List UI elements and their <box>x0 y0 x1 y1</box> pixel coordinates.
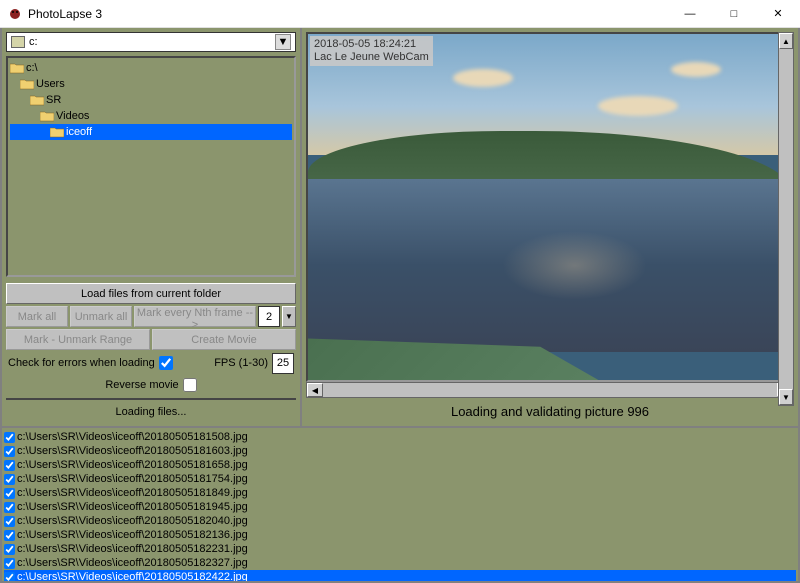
file-row[interactable]: c:\Users\SR\Videos\iceoff\20180505181754… <box>4 472 796 486</box>
left-panel: c: ▼ c:\ Users SR Videos iceoff Load files f… <box>2 28 302 426</box>
file-path: c:\Users\SR\Videos\iceoff\20180505182327… <box>17 557 248 569</box>
file-path: c:\Users\SR\Videos\iceoff\20180505182136… <box>17 529 248 541</box>
reverse-movie-checkbox[interactable] <box>183 378 197 392</box>
file-checkbox[interactable] <box>4 516 15 527</box>
mark-nth-button[interactable]: Mark every Nth frame --> <box>134 306 256 327</box>
file-checkbox[interactable] <box>4 530 15 541</box>
preview-timestamp: 2018-05-05 18:24:21 <box>314 38 429 51</box>
scroll-up-icon[interactable]: ▲ <box>779 33 793 49</box>
reverse-movie-label: Reverse movie <box>105 379 178 391</box>
folder-label: iceoff <box>66 126 92 138</box>
folder-item[interactable]: c:\ <box>10 60 292 76</box>
file-list[interactable]: c:\Users\SR\Videos\iceoff\20180505181508… <box>0 428 800 583</box>
image-preview: 2018-05-05 18:24:21 Lac Le Jeune WebCam <box>306 32 794 382</box>
file-row[interactable]: c:\Users\SR\Videos\iceoff\20180505181508… <box>4 430 796 444</box>
window-title: PhotoLapse 3 <box>28 7 668 21</box>
file-checkbox[interactable] <box>4 446 15 457</box>
file-checkbox[interactable] <box>4 488 15 499</box>
mark-all-button[interactable]: Mark all <box>6 306 68 327</box>
file-row[interactable]: c:\Users\SR\Videos\iceoff\20180505182040… <box>4 514 796 528</box>
nth-value-input[interactable] <box>258 306 280 327</box>
file-checkbox[interactable] <box>4 502 15 513</box>
check-errors-label: Check for errors when loading <box>8 357 155 369</box>
drive-icon <box>11 36 25 48</box>
left-status: Loading files... <box>6 398 296 424</box>
preview-hscroll[interactable]: ◀ ▶ <box>306 382 794 398</box>
scroll-left-icon[interactable]: ◀ <box>307 383 323 397</box>
file-row[interactable]: c:\Users\SR\Videos\iceoff\20180505182136… <box>4 528 796 542</box>
file-checkbox[interactable] <box>4 572 15 583</box>
file-path: c:\Users\SR\Videos\iceoff\20180505181658… <box>17 459 248 471</box>
folder-label: SR <box>46 94 61 106</box>
folder-item[interactable]: Users <box>10 76 292 92</box>
file-checkbox[interactable] <box>4 432 15 443</box>
preview-caption: Lac Le Jeune WebCam <box>314 51 429 64</box>
folder-icon <box>30 94 44 106</box>
check-errors-checkbox[interactable] <box>159 356 173 370</box>
folder-label: Videos <box>56 110 89 122</box>
right-status: Loading and validating picture 996 <box>306 400 794 422</box>
file-path: c:\Users\SR\Videos\iceoff\20180505181945… <box>17 501 248 513</box>
file-path: c:\Users\SR\Videos\iceoff\20180505182231… <box>17 543 248 555</box>
folder-label: Users <box>36 78 65 90</box>
file-row[interactable]: c:\Users\SR\Videos\iceoff\20180505181658… <box>4 458 796 472</box>
file-path: c:\Users\SR\Videos\iceoff\20180505181754… <box>17 473 248 485</box>
unmark-all-button[interactable]: Unmark all <box>70 306 132 327</box>
file-path: c:\Users\SR\Videos\iceoff\20180505182422… <box>17 571 248 583</box>
folder-icon <box>50 126 64 138</box>
create-movie-button[interactable]: Create Movie <box>152 329 296 350</box>
file-checkbox[interactable] <box>4 460 15 471</box>
file-row[interactable]: c:\Users\SR\Videos\iceoff\20180505181849… <box>4 486 796 500</box>
folder-icon <box>40 110 54 122</box>
file-path: c:\Users\SR\Videos\iceoff\20180505181508… <box>17 431 248 443</box>
file-row[interactable]: c:\Users\SR\Videos\iceoff\20180505181603… <box>4 444 796 458</box>
minimize-button[interactable]: — <box>668 0 712 28</box>
scroll-down-icon[interactable]: ▼ <box>779 389 793 405</box>
folder-item[interactable]: SR <box>10 92 292 108</box>
file-row[interactable]: c:\Users\SR\Videos\iceoff\20180505181945… <box>4 500 796 514</box>
preview-vscroll[interactable]: ▲ ▼ <box>778 32 794 406</box>
file-checkbox[interactable] <box>4 544 15 555</box>
load-files-button[interactable]: Load files from current folder <box>6 283 296 304</box>
fps-label: FPS (1-30) <box>214 357 268 369</box>
controls-panel: Load files from current folder Mark all … <box>2 281 300 426</box>
folder-tree[interactable]: c:\ Users SR Videos iceoff <box>6 56 296 277</box>
file-path: c:\Users\SR\Videos\iceoff\20180505181849… <box>17 487 248 499</box>
file-path: c:\Users\SR\Videos\iceoff\20180505181603… <box>17 445 248 457</box>
nth-dropdown-arrow[interactable]: ▼ <box>282 306 296 327</box>
folder-item[interactable]: Videos <box>10 108 292 124</box>
window-titlebar: PhotoLapse 3 — □ ✕ <box>0 0 800 28</box>
dropdown-arrow-icon: ▼ <box>275 34 291 50</box>
maximize-button[interactable]: □ <box>712 0 756 28</box>
right-panel: 2018-05-05 18:24:21 Lac Le Jeune WebCam … <box>302 28 798 426</box>
preview-overlay: 2018-05-05 18:24:21 Lac Le Jeune WebCam <box>310 36 433 66</box>
folder-icon <box>10 62 24 74</box>
mark-range-button[interactable]: Mark - Unmark Range <box>6 329 150 350</box>
file-checkbox[interactable] <box>4 474 15 485</box>
folder-label: c:\ <box>26 62 38 74</box>
file-checkbox[interactable] <box>4 558 15 569</box>
file-path: c:\Users\SR\Videos\iceoff\20180505182040… <box>17 515 248 527</box>
file-row[interactable]: c:\Users\SR\Videos\iceoff\20180505182231… <box>4 542 796 556</box>
close-button[interactable]: ✕ <box>756 0 800 28</box>
drive-selected: c: <box>29 36 38 48</box>
drive-dropdown[interactable]: c: ▼ <box>6 32 296 52</box>
file-row[interactable]: c:\Users\SR\Videos\iceoff\20180505182422… <box>4 570 796 583</box>
folder-item[interactable]: iceoff <box>10 124 292 140</box>
file-row[interactable]: c:\Users\SR\Videos\iceoff\20180505182327… <box>4 556 796 570</box>
fps-input[interactable] <box>272 353 294 374</box>
app-icon <box>8 7 22 21</box>
folder-icon <box>20 78 34 90</box>
